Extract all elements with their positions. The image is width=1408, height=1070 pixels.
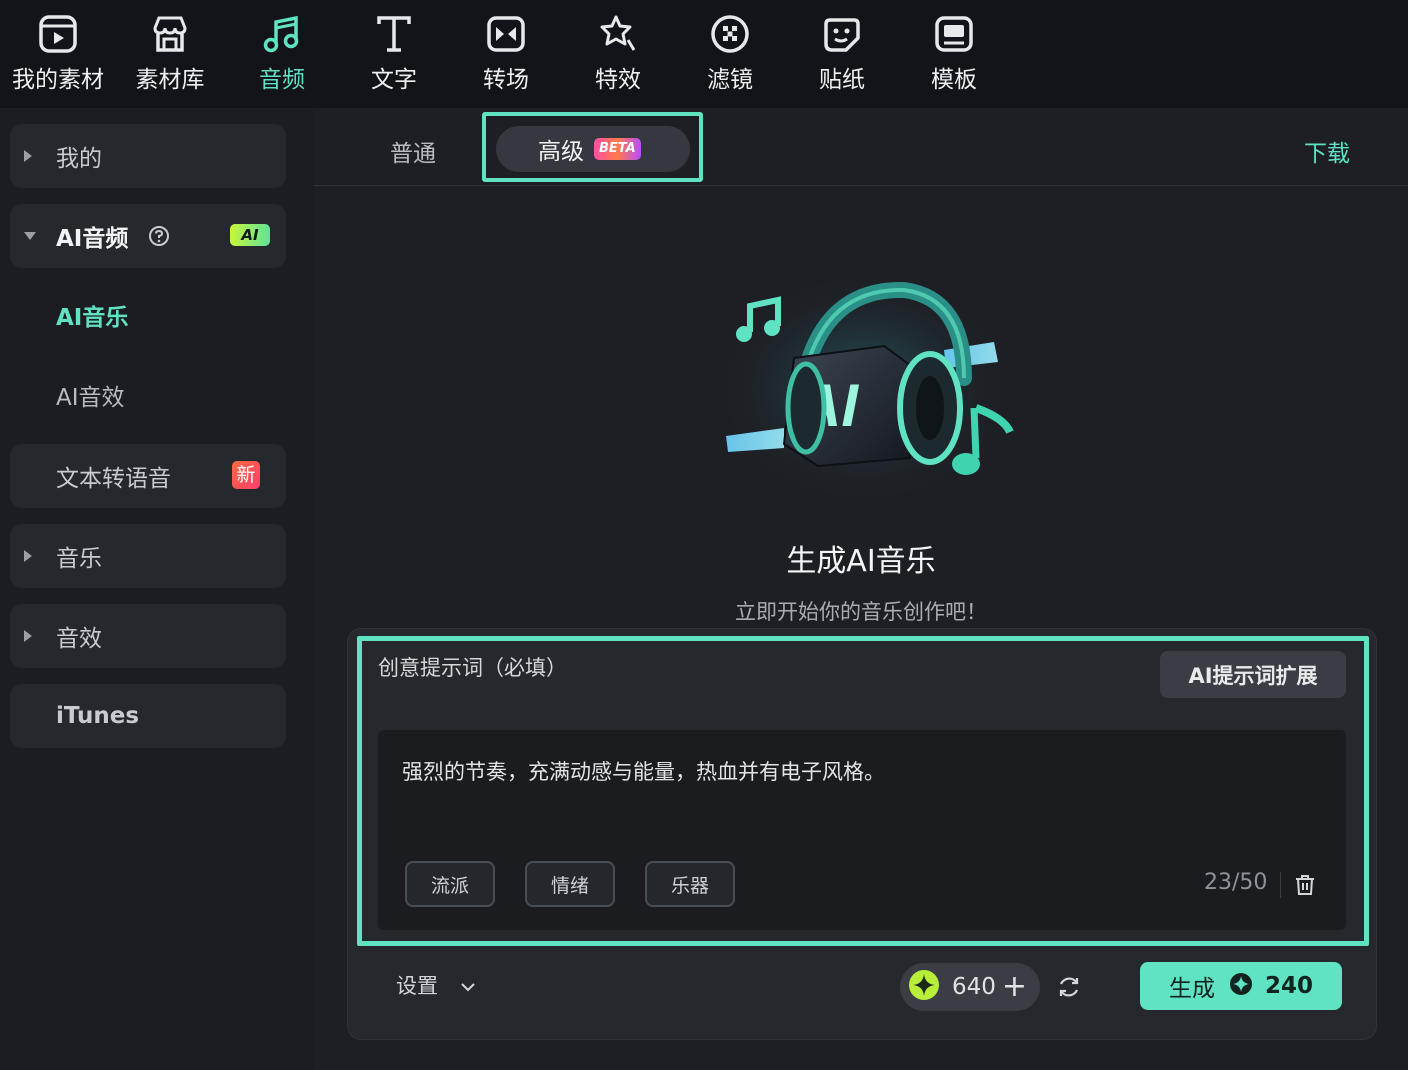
download-link[interactable]: 下载 [1304,134,1350,168]
toolbar-label: 音频 [259,67,305,93]
credits-value: 640 [952,974,996,1000]
toolbar-label: 贴纸 [819,67,865,93]
sidebar-item-label: 音乐 [56,546,102,572]
caret-right-icon [24,550,32,562]
credit-star-icon [908,969,940,1005]
toolbar-text[interactable]: 文字 [338,0,450,108]
credits-balance: 640 + [900,963,1040,1011]
caret-down-icon [24,232,36,240]
generate-label: 生成 [1168,976,1215,1002]
caret-right-icon [24,150,32,162]
divider [1280,872,1281,898]
toolbar-filter[interactable]: 滤镜 [674,0,786,108]
toolbar-library[interactable]: 素材库 [114,0,226,108]
filter-icon [708,12,752,56]
generate-cost: 240 [1264,973,1313,999]
top-toolbar: 我的素材 素材库 音频 文字 转场 特效 滤镜 贴纸 模板 [0,0,1408,108]
new-badge: 新 [232,461,260,489]
generate-button[interactable]: 生成 240 [1140,962,1342,1010]
sidebar-item-ai-audio[interactable]: AI音频 AI [10,204,286,268]
toolbar-label: 转场 [483,67,529,93]
toolbar-sticker[interactable]: 贴纸 [786,0,898,108]
prompt-label: 创意提示词（必填） [378,656,567,680]
effects-icon [596,12,640,56]
sidebar-item-label: 我的 [56,146,102,172]
chip-genre[interactable]: 流派 [405,861,495,907]
ai-badge: AI [230,224,270,246]
chevron-down-icon [460,973,476,997]
refresh-icon[interactable] [1056,974,1082,1000]
char-count: 23/50 [1204,870,1268,895]
sidebar-item-label: AI音频 [56,226,129,252]
main-panel: 普通 高级 BETA 下载 AI 生成AI音乐 立即开始你的音乐创作吧！ 创意提… [314,108,1408,1070]
sidebar-item-itunes[interactable]: iTunes [10,684,286,748]
toolbar-label: 我的素材 [12,67,104,93]
settings-label: 设置 [396,974,438,998]
toolbar-label: 文字 [371,67,417,93]
page-subtitle: 立即开始你的音乐创作吧！ [735,600,987,624]
tab-advanced[interactable]: 高级 BETA [496,126,690,172]
caret-right-icon [24,630,32,642]
toolbar-transition[interactable]: 转场 [450,0,562,108]
chip-mood[interactable]: 情绪 [525,861,615,907]
trash-icon[interactable] [1292,872,1318,898]
tab-bar: 普通 高级 BETA 下载 [314,108,1408,186]
beta-badge: BETA [594,138,641,160]
page-title: 生成AI音乐 [786,544,936,579]
sidebar-item-ai-music[interactable]: AI音乐 [56,298,128,332]
credit-icon [1229,972,1253,1000]
transition-icon [484,12,528,56]
toolbar-audio[interactable]: 音频 [226,0,338,108]
chip-instrument[interactable]: 乐器 [645,861,735,907]
sidebar-item-sfx[interactable]: 音效 [10,604,286,668]
toolbar-template[interactable]: 模板 [898,0,1010,108]
sidebar-item-ai-sfx[interactable]: AI音效 [56,378,125,412]
settings-dropdown[interactable]: 设置 [396,970,476,1000]
prompt-input[interactable]: 强烈的节奏，充满动感与能量，热血并有电子风格。 流派 情绪 乐器 23/50 [378,730,1346,930]
text-icon [372,12,416,56]
store-icon [148,12,192,56]
toolbar-label: 滤镜 [707,67,753,93]
toolbar-label: 特效 [595,67,641,93]
prompt-text: 强烈的节奏，充满动感与能量，热血并有电子风格。 [402,760,885,784]
toolbar-label: 素材库 [135,67,205,93]
sidebar-item-mine[interactable]: 我的 [10,124,286,188]
help-icon[interactable] [148,225,170,247]
music-note-icon [260,12,304,56]
sidebar-item-label: 文本转语音 [56,466,171,492]
tab-label: 高级 [538,139,584,165]
sidebar-item-label: iTunes [56,703,140,729]
toolbar-effects[interactable]: 特效 [562,0,674,108]
media-icon [36,12,80,56]
toolbar-label: 模板 [931,67,977,93]
add-credits-button[interactable]: + [1002,972,1027,1002]
sticker-icon [820,12,864,56]
sidebar: 我的 AI音频 AI AI音乐 AI音效 文本转语音 新 音乐 音效 iTune… [0,108,314,1070]
sidebar-item-music[interactable]: 音乐 [10,524,286,588]
toolbar-my-media[interactable]: 我的素材 [2,0,114,108]
ai-music-illustration: AI [714,268,1024,508]
sidebar-item-label: 音效 [56,626,102,652]
ai-prompt-expand-button[interactable]: AI提示词扩展 [1160,651,1346,698]
sidebar-item-tts[interactable]: 文本转语音 新 [10,444,286,508]
tab-normal[interactable]: 普通 [390,134,436,168]
template-icon [932,12,976,56]
